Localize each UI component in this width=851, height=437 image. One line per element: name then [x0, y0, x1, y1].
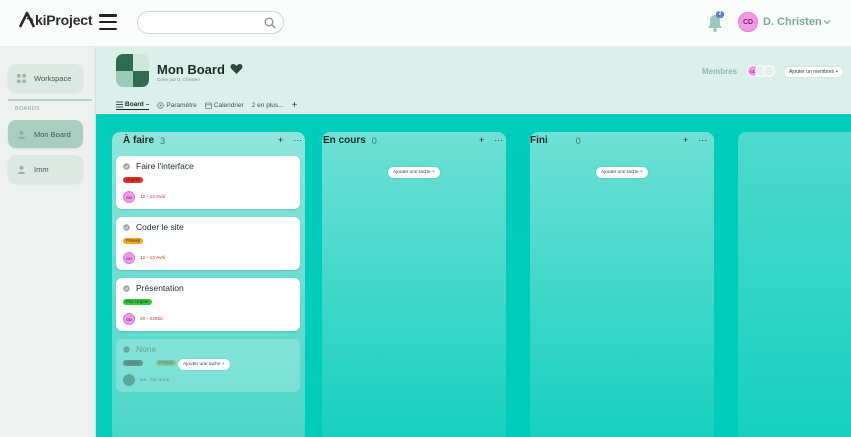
column-title: En cours	[323, 135, 366, 146]
gear-icon	[157, 102, 165, 109]
boards-heading: BOARDS	[15, 106, 41, 112]
new-section-placeholder	[738, 132, 851, 437]
task-status-icon[interactable]	[123, 163, 130, 170]
menu-toggle-icon[interactable]	[99, 14, 117, 30]
sidebar: Workspace BOARDS Mon Board Imm	[0, 47, 96, 437]
user-name: D. Christen	[763, 16, 822, 28]
user-menu[interactable]: CD D. Christen	[738, 12, 831, 32]
board-header: Mon Board Créer par D. Christen Board – P…	[96, 47, 851, 114]
add-task-button[interactable]: Ajouter une tache +	[596, 167, 648, 178]
member-avatars[interactable]: CD	[747, 65, 775, 77]
user-icon	[17, 130, 26, 139]
priority-badge: Urgent	[123, 360, 143, 366]
sidebar-item-workspace[interactable]: Workspace	[8, 64, 83, 92]
avatar-placeholder	[123, 374, 135, 386]
priority-badge: Urgent	[123, 177, 143, 183]
column-tools: + ···	[683, 136, 707, 145]
task-card[interactable]: Présentation Pas Urgent CD 20 - 22Mai	[116, 278, 300, 331]
task-title: Présentation	[136, 283, 184, 293]
column-tools: + ···	[479, 136, 503, 145]
more-options-icon[interactable]: ···	[293, 136, 302, 145]
avatar: CD	[738, 12, 758, 32]
avatar: CD	[123, 313, 135, 325]
add-task-button[interactable]: Ajouter une tache +	[388, 167, 440, 178]
avatar: CD	[123, 252, 135, 264]
priority-badge: Pressé	[123, 238, 144, 244]
task-card[interactable]: Coder le site Pressé CD 12 - 13 Avril	[116, 217, 300, 270]
task-date: 12 - 13 Avril	[140, 195, 166, 200]
column-header: À faire 3	[123, 135, 165, 146]
add-tab-icon[interactable]: +	[292, 101, 298, 111]
tab-board[interactable]: Board –	[116, 101, 150, 110]
column-count: 0	[371, 135, 377, 146]
tab-label: 2 en plus...	[251, 102, 284, 109]
column-count: 0	[575, 135, 581, 146]
more-options-icon[interactable]: ···	[494, 136, 503, 145]
task-date: 12 - 13 Avril	[140, 256, 166, 261]
tab-label: Calendrier	[213, 102, 244, 109]
sidebar-item-label: Mon Board	[34, 129, 71, 139]
add-member-button[interactable]: Ajouter un membres +	[784, 67, 844, 77]
task-status-icon	[123, 346, 130, 353]
user-icon	[17, 165, 26, 174]
calendar-icon	[204, 102, 212, 109]
task-title: Faire l'interface	[136, 161, 194, 171]
column-header: En cours 0	[323, 135, 377, 146]
priority-badge: Pas Urgent	[123, 299, 152, 305]
tab-calendrier[interactable]: Calendrier	[204, 102, 244, 109]
tab-label: Board	[125, 101, 144, 108]
task-date: 20 - 22Mai	[140, 317, 163, 322]
task-status-icon[interactable]	[123, 285, 130, 292]
avatar: CD	[123, 191, 135, 203]
page-title: Mon Board	[157, 62, 225, 77]
sidebar-item-label: Imm	[34, 164, 49, 174]
sidebar-item-imm[interactable]: Imm	[8, 155, 83, 183]
tab-dash: –	[145, 101, 150, 108]
tab-label: Paramètre	[166, 102, 197, 109]
priority-badge: Pressé	[156, 360, 177, 366]
logo-mark-icon	[18, 11, 36, 28]
more-options-icon[interactable]: ···	[698, 136, 707, 145]
column-count: 3	[160, 135, 166, 146]
task-title: Coder le site	[136, 222, 184, 232]
app-name: kiProject	[35, 12, 93, 28]
tab-parametre[interactable]: Paramètre	[157, 102, 197, 109]
task-card[interactable]: Faire l'interface Urgent CD 12 - 13 Avri…	[116, 156, 300, 209]
task-date: Na - Na None	[140, 378, 170, 383]
heart-icon[interactable]	[230, 63, 243, 75]
notification-badge: 2	[716, 11, 724, 18]
avatar-placeholder	[763, 65, 775, 77]
column-title: Fini	[530, 135, 548, 146]
add-card-icon[interactable]: +	[683, 136, 688, 145]
column-title: À faire	[123, 135, 155, 146]
sidebar-item-mon-board[interactable]: Mon Board	[8, 120, 83, 148]
column-tools: + ···	[278, 136, 302, 145]
board-columns: À faire 3 + ··· Faire l'interface Urgent…	[96, 114, 851, 437]
column-header: Fini 0	[530, 135, 581, 146]
board-subtitle: Créer par D. Christen	[157, 77, 200, 82]
search-box[interactable]	[137, 11, 284, 34]
top-bar: kiProject 2 CD D. Christen	[0, 0, 851, 47]
app-logo[interactable]: kiProject	[17, 10, 93, 30]
task-title: None	[136, 344, 157, 354]
add-card-icon[interactable]: +	[479, 136, 484, 145]
search-input[interactable]	[148, 12, 268, 33]
task-status-icon[interactable]	[123, 224, 130, 231]
add-card-icon[interactable]: +	[278, 136, 283, 145]
sidebar-divider	[8, 99, 92, 101]
list-icon	[116, 101, 123, 108]
grid-icon	[17, 73, 26, 83]
board-logo	[116, 54, 149, 87]
sidebar-item-label: Workspace	[34, 73, 72, 83]
search-icon[interactable]	[264, 17, 276, 29]
tab-more[interactable]: 2 en plus...	[252, 102, 284, 109]
members-label: Membres	[702, 67, 738, 76]
add-task-button[interactable]: Ajouter une tache +	[178, 359, 230, 370]
chevron-down-icon	[823, 20, 831, 25]
board-tabs: Board – Paramètre Calendrier 2 en plus...…	[116, 101, 298, 111]
